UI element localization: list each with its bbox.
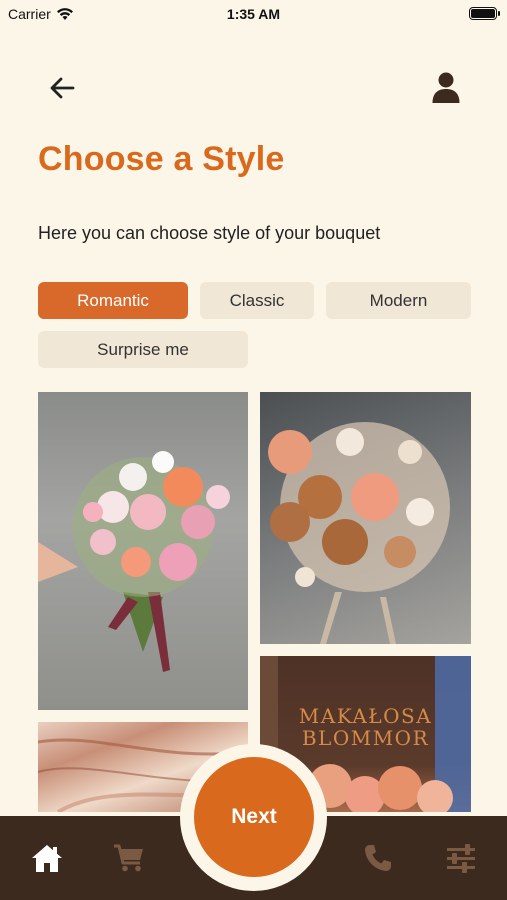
style-chip-romantic[interactable]: Romantic bbox=[38, 282, 188, 319]
bouquet-image bbox=[268, 422, 450, 644]
style-chip-classic[interactable]: Classic bbox=[200, 282, 314, 319]
arrow-left-icon bbox=[50, 77, 75, 99]
nav-phone[interactable] bbox=[360, 840, 396, 876]
bouquet-photo-dried-peach[interactable] bbox=[260, 392, 471, 644]
nav-home[interactable] bbox=[29, 840, 65, 876]
status-time: 1:35 AM bbox=[226, 6, 281, 22]
status-bar: Carrier 1:35 AM bbox=[0, 0, 507, 28]
page-subtitle: Here you can choose style of your bouque… bbox=[38, 223, 381, 243]
battery-icon bbox=[469, 7, 500, 20]
style-chip-modern[interactable]: Modern bbox=[326, 282, 471, 319]
next-button[interactable]: Next bbox=[194, 757, 314, 877]
cart-icon bbox=[114, 844, 143, 872]
page-title: Choose a Style bbox=[38, 140, 285, 178]
user-icon bbox=[432, 72, 460, 103]
nav-filters[interactable] bbox=[443, 840, 479, 876]
style-chip-surprise[interactable]: Surprise me bbox=[38, 331, 248, 368]
phone-icon bbox=[365, 845, 391, 871]
sliders-icon bbox=[447, 844, 475, 873]
shop-sign-line1: MAKAŁOSA bbox=[298, 704, 433, 728]
back-button[interactable] bbox=[44, 70, 80, 106]
profile-button[interactable] bbox=[427, 68, 465, 106]
bouquet-photo-romantic-pink[interactable] bbox=[38, 392, 248, 710]
bouquet-image bbox=[38, 451, 230, 672]
nav-cart[interactable] bbox=[111, 840, 147, 876]
home-icon bbox=[32, 845, 62, 872]
shop-sign-line2: BLOMMOR bbox=[301, 726, 430, 750]
